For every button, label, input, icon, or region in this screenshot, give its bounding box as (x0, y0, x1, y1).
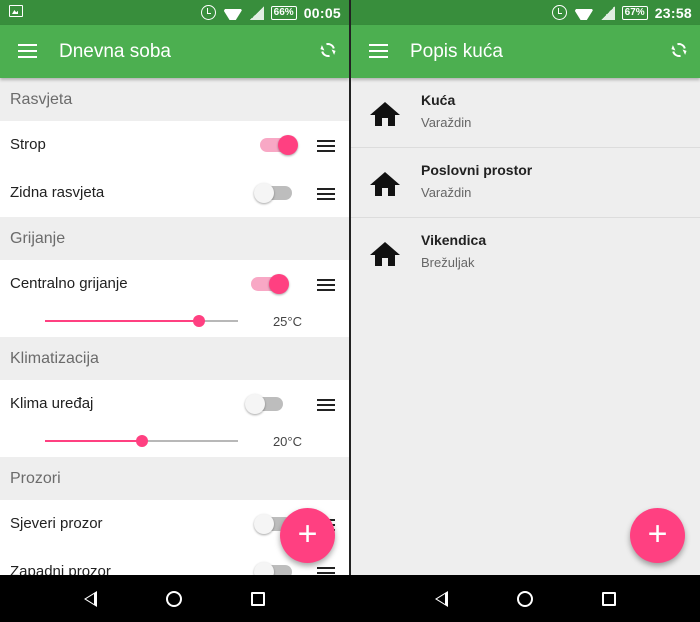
system-nav-bar (0, 575, 349, 622)
house-list-screen: 67% 23:58 Popis kuća Kuća Varaždin Poslo… (351, 0, 700, 575)
house-list-item[interactable]: Kuća Varaždin (351, 78, 700, 148)
section-header: Grijanje (0, 217, 349, 260)
page-title: Dnevna soba (59, 41, 171, 62)
wifi-icon (574, 5, 594, 20)
section-rasvjeta: Rasvjeta Strop Zidna rasvjeta (0, 78, 349, 217)
back-icon[interactable] (435, 590, 449, 607)
status-bar: 67% 23:58 (351, 0, 700, 25)
signal-icon (600, 5, 615, 20)
app-bar: Popis kuća (351, 25, 700, 78)
wifi-icon (223, 5, 243, 20)
status-time: 23:58 (654, 4, 692, 21)
alarm-icon (200, 5, 216, 20)
device-label: Zidna rasvjeta (10, 184, 105, 201)
menu-icon[interactable] (18, 44, 37, 58)
device-label: Sjeveri prozor (10, 515, 103, 532)
menu-icon[interactable] (369, 44, 388, 58)
alarm-icon (551, 5, 567, 20)
page-title: Popis kuća (410, 41, 503, 62)
drag-handle-icon[interactable] (317, 279, 335, 291)
refresh-icon[interactable] (318, 40, 338, 60)
add-house-button[interactable]: + (630, 508, 685, 563)
section-header: Klimatizacija (0, 337, 349, 380)
drag-handle-icon[interactable] (317, 567, 335, 575)
temperature-value: 25°C (272, 314, 302, 329)
slider-thumb[interactable] (193, 315, 206, 327)
device-row-strop: Strop (0, 121, 349, 169)
temperature-slider[interactable] (45, 435, 238, 447)
section-grijanje: Grijanje Centralno grijanje 25°C (0, 217, 349, 337)
temperature-slider-row: 25°C (0, 308, 349, 337)
device-label: Klima uređaj (10, 395, 94, 412)
section-header: Prozori (0, 457, 349, 500)
house-icon (370, 242, 400, 266)
house-name: Kuća (421, 92, 456, 108)
status-time: 00:05 (303, 4, 341, 21)
temperature-slider[interactable] (45, 315, 238, 327)
back-icon[interactable] (84, 590, 98, 607)
slider-thumb[interactable] (135, 435, 148, 447)
device-toggle[interactable] (251, 274, 289, 294)
system-nav-bar (351, 575, 700, 622)
device-toggle[interactable] (245, 394, 283, 414)
battery-indicator: 66% (270, 5, 297, 20)
house-name: Vikendica (421, 232, 487, 248)
recent-apps-icon[interactable] (601, 591, 616, 606)
section-klimatizacija: Klimatizacija Klima uređaj 20°C (0, 337, 349, 457)
device-toggle[interactable] (254, 562, 292, 575)
room-screen: 66% 00:05 Dnevna soba Rasvjeta Strop Zid… (0, 0, 349, 575)
status-bar: 66% 00:05 (0, 0, 349, 25)
temperature-value: 20°C (272, 434, 302, 449)
device-label: Zapadni prozor (10, 563, 111, 575)
drag-handle-icon[interactable] (317, 399, 335, 411)
home-icon[interactable] (165, 590, 182, 607)
house-city: Brežuljak (421, 255, 475, 270)
device-label: Strop (10, 136, 46, 153)
house-list-item[interactable]: Poslovni prostor Varaždin (351, 148, 700, 218)
house-name: Poslovni prostor (421, 162, 533, 178)
device-frame: 66% 00:05 Dnevna soba Rasvjeta Strop Zid… (0, 0, 700, 622)
add-device-button[interactable]: + (280, 508, 335, 563)
drag-handle-icon[interactable] (317, 188, 335, 200)
device-label: Centralno grijanje (10, 275, 128, 292)
house-city: Varaždin (421, 185, 472, 200)
house-city: Varaždin (421, 115, 472, 130)
app-bar: Dnevna soba (0, 25, 349, 78)
gallery-notification-icon (9, 5, 23, 17)
temperature-slider-row: 20°C (0, 428, 349, 457)
home-icon[interactable] (516, 590, 533, 607)
battery-indicator: 67% (621, 5, 648, 20)
device-row-klima-uredaj: Klima uređaj (0, 380, 349, 428)
house-list-item[interactable]: Vikendica Brežuljak (351, 218, 700, 288)
drag-handle-icon[interactable] (317, 140, 335, 152)
device-toggle[interactable] (254, 183, 292, 203)
recent-apps-icon[interactable] (250, 591, 265, 606)
house-icon (370, 172, 400, 196)
section-header: Rasvjeta (0, 78, 349, 121)
refresh-icon[interactable] (669, 40, 689, 60)
house-icon (370, 102, 400, 126)
device-row-centralno-grijanje: Centralno grijanje (0, 260, 349, 308)
signal-icon (249, 5, 264, 20)
device-row-zidna-rasvjeta: Zidna rasvjeta (0, 169, 349, 217)
house-list: Kuća Varaždin Poslovni prostor Varaždin … (351, 78, 700, 288)
device-toggle[interactable] (260, 135, 298, 155)
